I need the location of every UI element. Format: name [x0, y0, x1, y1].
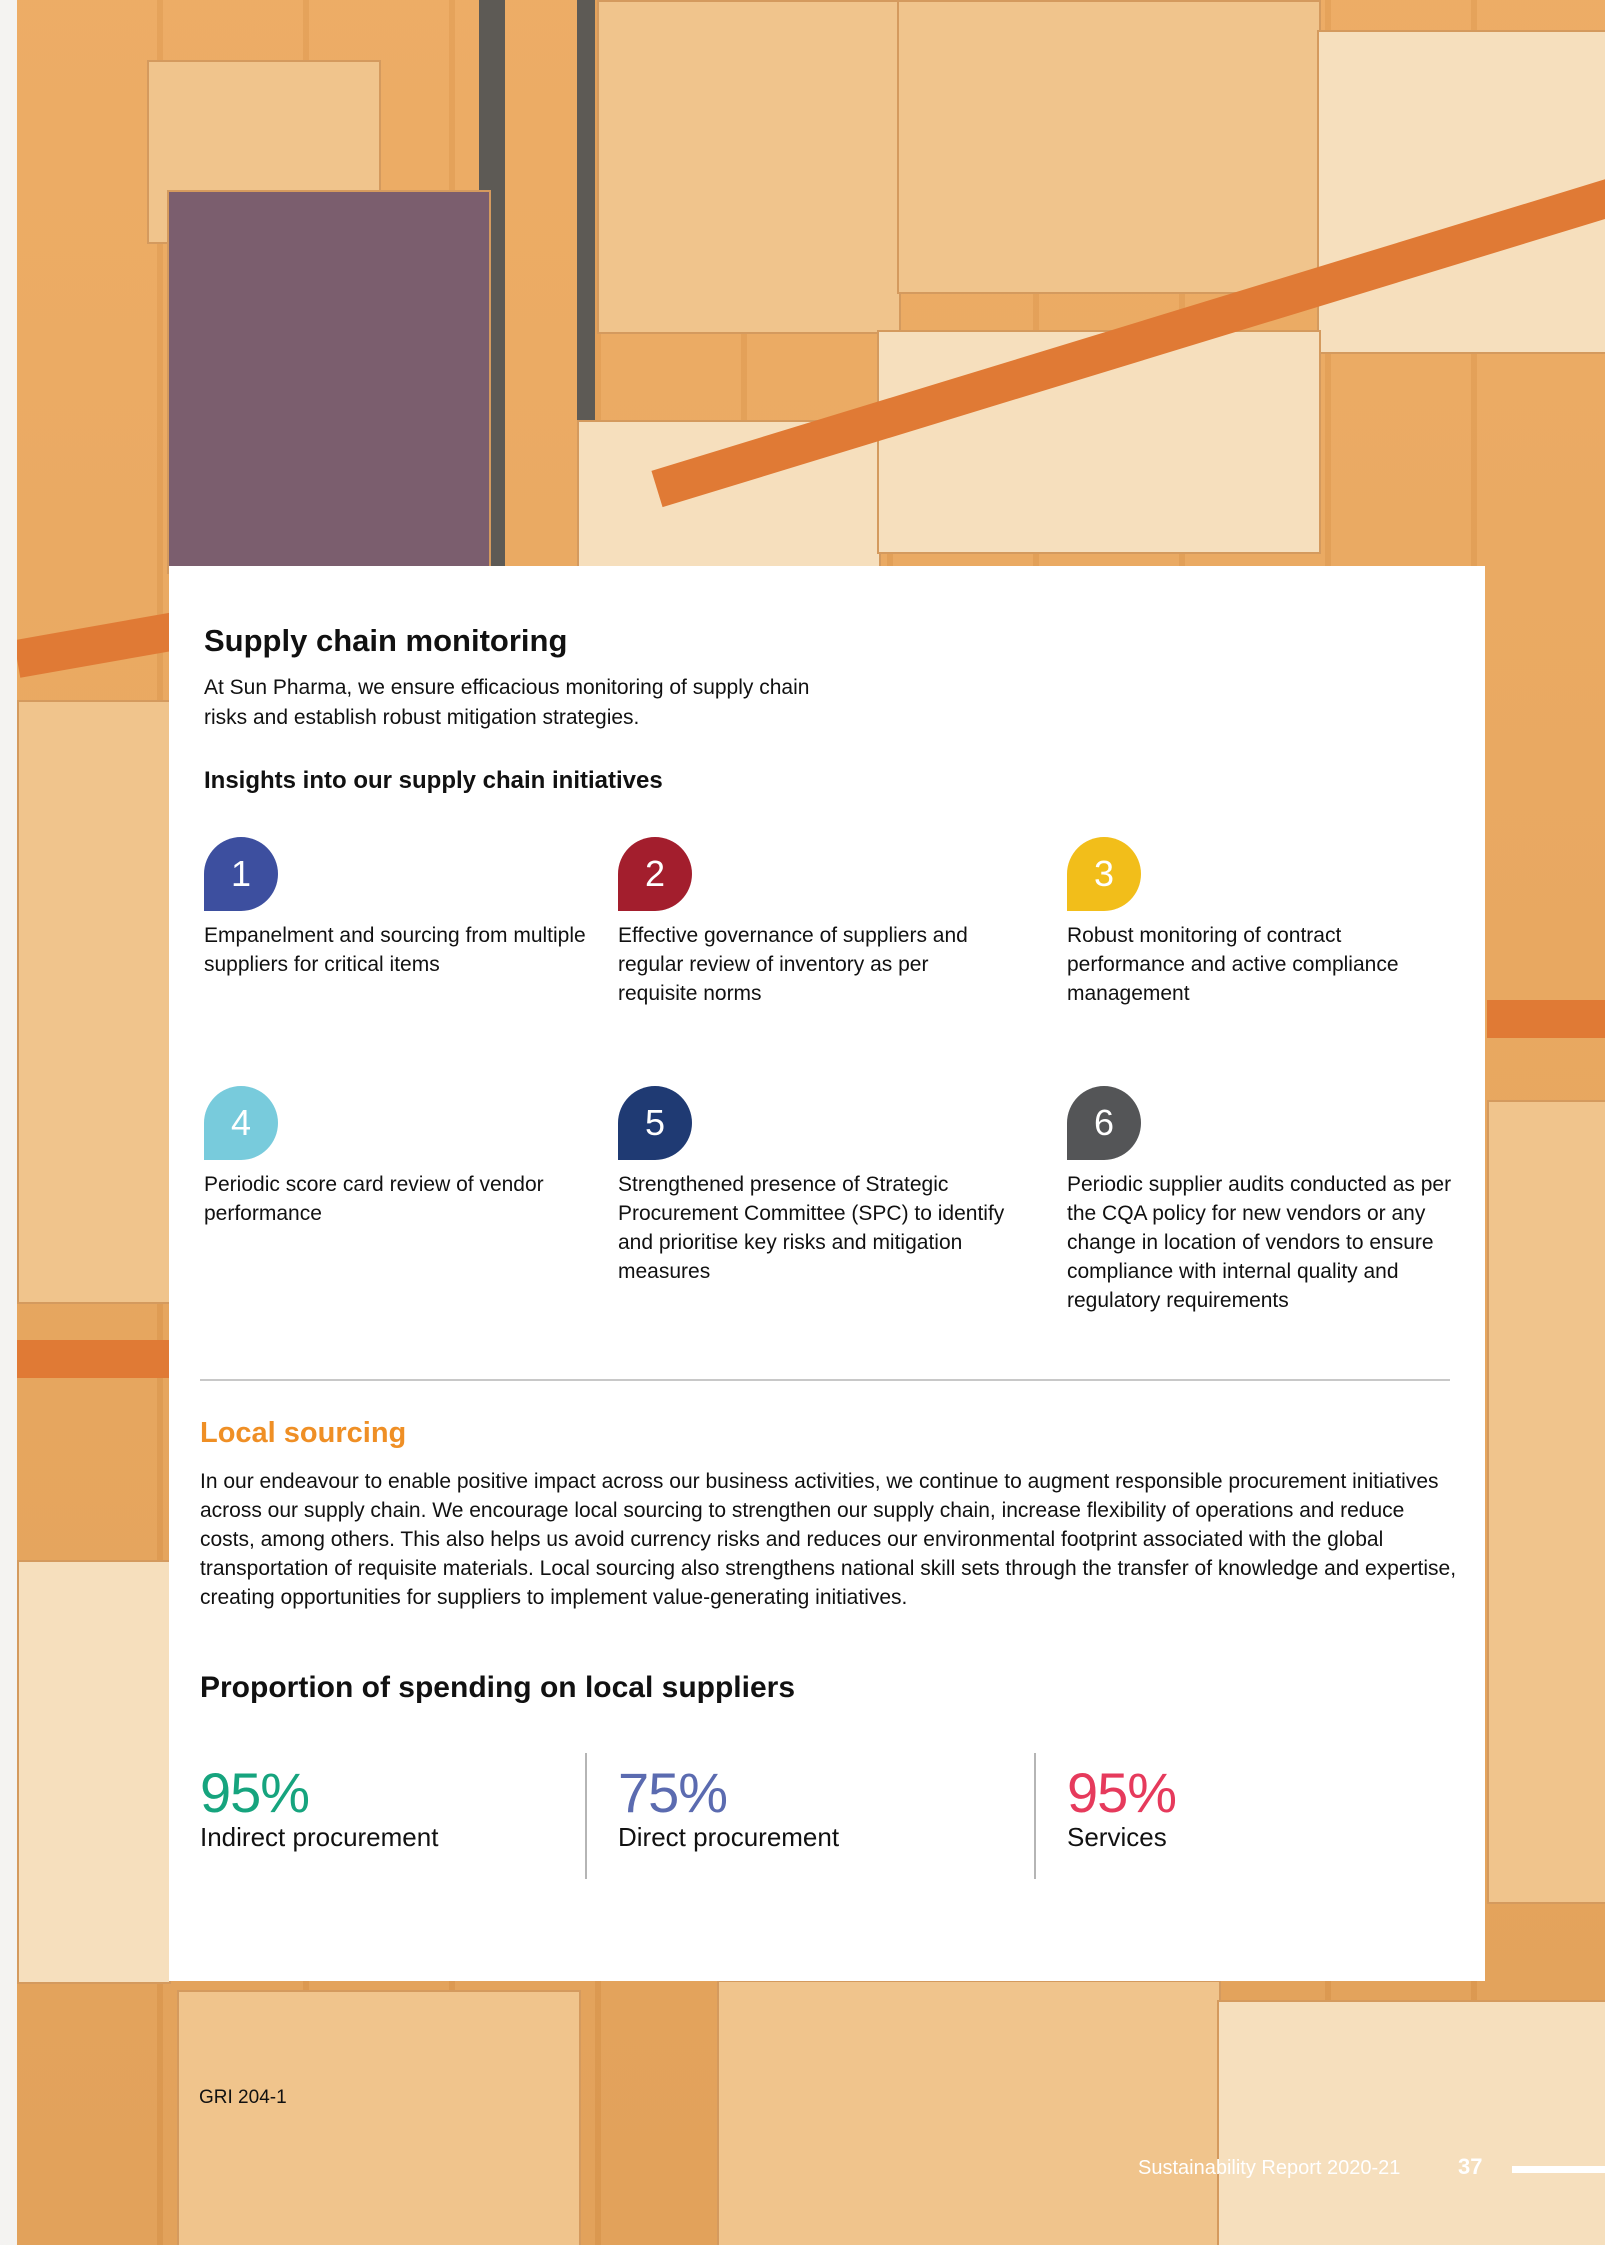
section-divider	[200, 1379, 1450, 1381]
initiative-item: 5 Strengthened presence of Strategic Pro…	[618, 1086, 1008, 1286]
carton-box	[717, 1980, 1221, 2245]
carton-box	[177, 1990, 581, 2245]
supply-chain-monitoring-heading: Supply chain monitoring	[204, 623, 568, 658]
stat-divider	[1034, 1753, 1036, 1879]
report-title: Sustainability Report 2020-21	[1138, 2157, 1401, 2179]
initiative-item: 1 Empanelment and sourcing from multiple…	[204, 837, 594, 979]
number-badge: 2	[618, 837, 692, 911]
stat-value: 95%	[200, 1761, 310, 1824]
stat-divider	[585, 1753, 587, 1879]
carton-box	[17, 700, 171, 1304]
spending-heading: Proportion of spending on local supplier…	[200, 1671, 796, 1704]
stat-value: 95%	[1067, 1761, 1177, 1824]
local-sourcing-paragraph: In our endeavour to enable positive impa…	[200, 1470, 1457, 1609]
page-number: 37	[1458, 2154, 1483, 2179]
local-sourcing-heading: Local sourcing	[200, 1417, 407, 1449]
stat-label: Direct procurement	[618, 1822, 840, 1852]
carton-box	[597, 0, 901, 334]
initiative-text: Periodic score card review of vendor per…	[204, 1173, 544, 1225]
orange-shelf-beam	[1487, 1000, 1605, 1038]
stat-services: 95% Services	[1067, 1761, 1177, 1853]
number-badge: 3	[1067, 837, 1141, 911]
stat-label: Indirect procurement	[200, 1822, 439, 1852]
initiative-item: 6 Periodic supplier audits conducted as …	[1067, 1086, 1457, 1315]
initiative-text: Periodic supplier audits conducted as pe…	[1067, 1173, 1452, 1312]
carton-box	[1217, 2000, 1605, 2245]
number-badge: 5	[618, 1086, 692, 1160]
carton-box	[17, 1560, 171, 1984]
insights-heading: Insights into our supply chain initiativ…	[204, 767, 663, 794]
orange-shelf-beam	[17, 1340, 187, 1378]
number-badge: 1	[204, 837, 278, 911]
content-card: Supply chain monitoring At Sun Pharma, w…	[169, 566, 1485, 1981]
monitoring-intro: At Sun Pharma, we ensure efficacious mon…	[204, 676, 810, 729]
number-badge: 4	[204, 1086, 278, 1160]
carton-box	[167, 190, 491, 574]
initiative-item: 4 Periodic score card review of vendor p…	[204, 1086, 594, 1228]
footer-accent-bar	[1512, 2166, 1605, 2173]
initiative-text: Empanelment and sourcing from multiple s…	[204, 924, 586, 976]
initiative-item: 3 Robust monitoring of contract performa…	[1067, 837, 1457, 1008]
initiative-text: Robust monitoring of contract performanc…	[1067, 924, 1399, 1005]
gri-reference: GRI 204-1	[199, 2087, 287, 2108]
initiative-text: Effective governance of suppliers and re…	[618, 924, 968, 1005]
carton-box	[1487, 1100, 1605, 1904]
initiative-text: Strengthened presence of Strategic Procu…	[618, 1173, 1005, 1283]
number-badge: 6	[1067, 1086, 1141, 1160]
initiative-item: 2 Effective governance of suppliers and …	[618, 837, 1008, 1008]
orange-shelf-beam	[17, 610, 188, 678]
stat-direct-procurement: 75% Direct procurement	[618, 1761, 840, 1853]
carton-box	[897, 0, 1321, 294]
stat-label: Services	[1067, 1822, 1167, 1852]
stat-indirect-procurement: 95% Indirect procurement	[200, 1761, 439, 1853]
stat-value: 75%	[618, 1761, 728, 1824]
